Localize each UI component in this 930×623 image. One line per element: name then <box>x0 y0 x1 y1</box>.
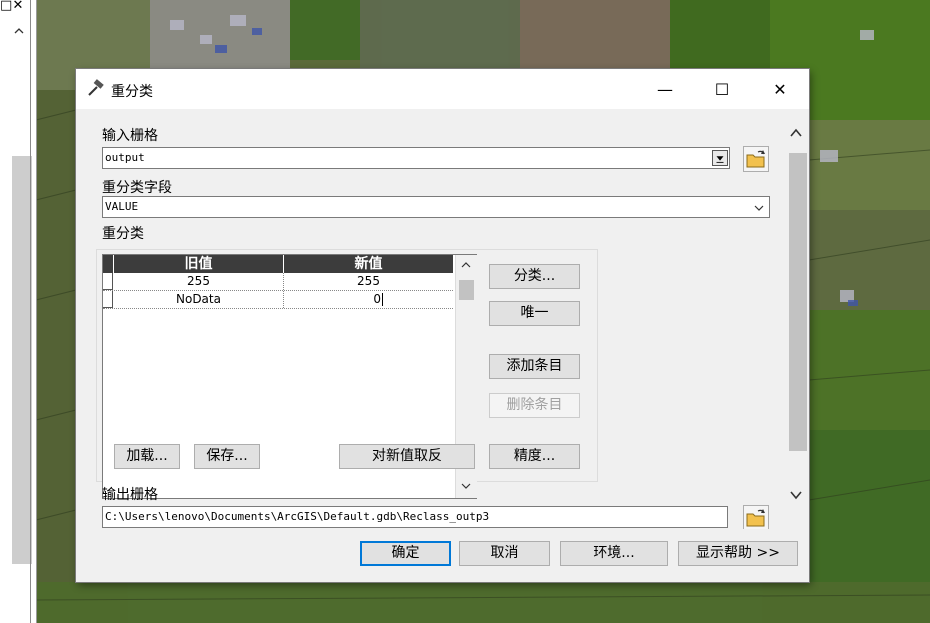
chevron-down-icon[interactable] <box>789 489 803 501</box>
table-scrollbar-thumb[interactable] <box>459 280 474 300</box>
chevron-down-icon[interactable] <box>460 480 472 492</box>
panel-minimize-button[interactable]: □ <box>0 0 12 12</box>
reverse-new-values-button[interactable]: 对新值取反 <box>339 444 475 469</box>
delete-entry-button[interactable]: 删除条目 <box>489 393 580 418</box>
chevron-up-icon[interactable] <box>12 24 26 38</box>
chevron-up-icon[interactable] <box>460 259 472 271</box>
output-raster-input[interactable]: C:\Users\lenovo\Documents\ArcGIS\Default… <box>102 506 728 528</box>
minimize-button[interactable]: — <box>641 69 689 109</box>
classify-button[interactable]: 分类... <box>489 264 580 289</box>
row-header[interactable] <box>103 291 113 308</box>
reclass-field-value: VALUE <box>105 200 139 213</box>
maximize-icon: ☐ <box>714 79 730 99</box>
chevron-up-icon[interactable] <box>789 127 803 139</box>
show-help-button[interactable]: 显示帮助 >> <box>678 541 798 566</box>
open-folder-icon <box>746 509 765 527</box>
text-cursor <box>382 293 383 306</box>
hammer-icon <box>88 79 104 96</box>
table-row[interactable]: NoData 0 <box>103 291 453 309</box>
left-side-panel: □✕ <box>0 0 37 623</box>
new-value-cell[interactable]: 255 <box>284 273 453 290</box>
reclass-field-label: 重分类字段 <box>102 180 172 196</box>
dialog-scrollbar-thumb[interactable] <box>789 153 807 451</box>
column-header-new[interactable]: 新值 <box>284 255 453 273</box>
unique-button[interactable]: 唯一 <box>489 301 580 326</box>
panel-divider <box>30 0 31 623</box>
add-entry-button[interactable]: 添加条目 <box>489 354 580 379</box>
input-raster-browse-button[interactable] <box>743 146 769 172</box>
panel-scrollbar-thumb[interactable] <box>12 156 32 564</box>
dialog-title: 重分类 <box>111 84 153 100</box>
cancel-button[interactable]: 取消 <box>459 541 550 566</box>
column-header-old[interactable]: 旧值 <box>114 255 284 273</box>
input-raster-combobox[interactable]: output <box>102 147 730 169</box>
chevron-down-icon <box>754 205 764 211</box>
dialog-footer: 确定 取消 环境... 显示帮助 >> <box>76 529 809 582</box>
minimize-icon: — <box>657 79 673 99</box>
dialog-content: 输入栅格 output 重分类字段 VALUE 重分类 旧值 新值 255 25… <box>76 109 809 529</box>
dropdown-arrow-icon[interactable] <box>712 150 728 166</box>
new-value-text: 0 <box>373 292 381 306</box>
reclassification-label: 重分类 <box>102 226 144 242</box>
row-header-corner <box>103 255 114 273</box>
panel-close-button[interactable]: ✕ <box>12 0 24 12</box>
row-header[interactable] <box>103 273 113 290</box>
reclass-field-select[interactable]: VALUE <box>102 196 770 218</box>
old-value-cell[interactable]: NoData <box>114 291 284 308</box>
old-value-cell[interactable]: 255 <box>114 273 284 290</box>
reclassify-dialog: 重分类 — ☐ ✕ 输入栅格 output 重分类字段 VALUE 重分类 旧值… <box>76 69 809 582</box>
output-raster-label: 输出栅格 <box>102 487 158 503</box>
table-row[interactable]: 255 255 <box>103 273 453 291</box>
load-button[interactable]: 加载... <box>114 444 180 469</box>
close-icon: ✕ <box>773 79 787 99</box>
dialog-scrollbar[interactable] <box>783 109 809 529</box>
table-header: 旧值 新值 <box>103 255 453 273</box>
output-raster-value: C:\Users\lenovo\Documents\ArcGIS\Default… <box>105 510 490 523</box>
open-folder-icon <box>746 150 765 168</box>
input-raster-value: output <box>105 151 145 164</box>
maximize-button[interactable]: ☐ <box>698 69 746 109</box>
input-raster-label: 输入栅格 <box>102 128 158 144</box>
environments-button[interactable]: 环境... <box>560 541 668 566</box>
ok-button[interactable]: 确定 <box>360 541 451 566</box>
output-raster-browse-button[interactable] <box>743 505 769 529</box>
precision-button[interactable]: 精度... <box>489 444 580 469</box>
new-value-cell-editing[interactable]: 0 <box>284 291 453 308</box>
dialog-titlebar[interactable]: 重分类 — ☐ ✕ <box>76 69 809 109</box>
close-button[interactable]: ✕ <box>756 69 804 109</box>
save-button[interactable]: 保存... <box>194 444 260 469</box>
